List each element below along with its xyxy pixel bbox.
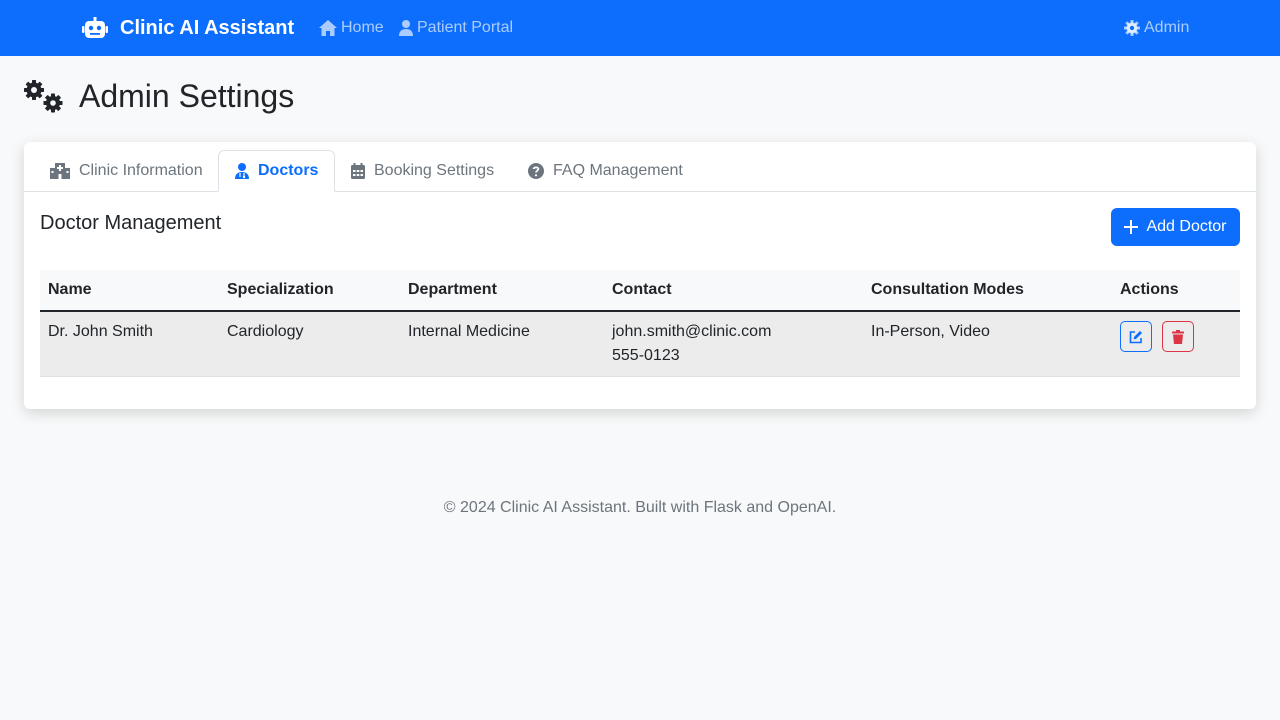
home-icon bbox=[319, 20, 337, 36]
tab-booking-settings-label: Booking Settings bbox=[374, 162, 495, 179]
page-title: Admin Settings bbox=[24, 78, 294, 115]
cell-contact: john.smith@clinic.com 555-0123 bbox=[604, 311, 863, 377]
cell-consultation-modes: In-Person, Video bbox=[863, 311, 1112, 377]
gears-icon bbox=[24, 79, 63, 112]
contact-email: john.smith@clinic.com bbox=[612, 323, 772, 340]
user-doctor-icon bbox=[235, 163, 249, 179]
plus-icon bbox=[1124, 220, 1139, 234]
column-header-department: Department bbox=[400, 270, 604, 312]
gear-icon bbox=[1124, 20, 1140, 36]
column-header-contact: Contact bbox=[604, 270, 863, 312]
cell-specialization: Cardiology bbox=[219, 311, 400, 377]
hospital-icon bbox=[50, 163, 70, 179]
brand-text: Clinic AI Assistant bbox=[120, 16, 295, 39]
nav-admin-link[interactable]: Admin bbox=[1124, 0, 1189, 56]
cell-actions bbox=[1112, 311, 1240, 377]
tab-clinic-information[interactable]: Clinic Information bbox=[33, 150, 220, 192]
tab-clinic-information-label: Clinic Information bbox=[79, 162, 203, 179]
robot-icon bbox=[82, 17, 108, 38]
table-row: Dr. John Smith Cardiology Internal Medic… bbox=[40, 311, 1240, 377]
tab-booking-settings[interactable]: Booking Settings bbox=[334, 150, 511, 192]
section-title: Doctor Management bbox=[40, 212, 222, 234]
cell-department: Internal Medicine bbox=[400, 311, 604, 377]
column-header-specialization: Specialization bbox=[219, 270, 400, 312]
top-navbar: Clinic AI Assistant Home Patient Portal … bbox=[0, 0, 1280, 56]
column-header-actions: Actions bbox=[1112, 270, 1240, 312]
cell-name: Dr. John Smith bbox=[40, 311, 219, 377]
doctors-table: Name Specialization Department Contact C… bbox=[40, 270, 1240, 377]
tab-faq-management[interactable]: FAQ Management bbox=[511, 150, 700, 192]
footer-text: © 2024 Clinic AI Assistant. Built with F… bbox=[443, 499, 837, 516]
nav-home-link[interactable]: Home bbox=[319, 0, 384, 56]
add-doctor-label: Add Doctor bbox=[1146, 218, 1227, 235]
tab-doctors-label: Doctors bbox=[258, 162, 319, 179]
nav-home-label: Home bbox=[341, 19, 384, 36]
user-icon bbox=[399, 20, 413, 36]
tab-faq-management-label: FAQ Management bbox=[553, 162, 683, 179]
question-circle-icon bbox=[528, 163, 544, 179]
nav-admin-label: Admin bbox=[1144, 19, 1190, 36]
column-header-name: Name bbox=[40, 270, 219, 312]
nav-patient-portal-label: Patient Portal bbox=[417, 19, 514, 36]
trash-icon bbox=[1172, 329, 1184, 344]
settings-tabs: Clinic Information Doctors Booking Setti… bbox=[24, 142, 1256, 192]
table-header-row: Name Specialization Department Contact C… bbox=[40, 270, 1240, 312]
edit-icon bbox=[1129, 330, 1142, 343]
add-doctor-button[interactable]: Add Doctor bbox=[1111, 208, 1240, 246]
brand-link[interactable]: Clinic AI Assistant bbox=[82, 0, 294, 56]
calendar-icon bbox=[351, 163, 365, 179]
delete-doctor-button[interactable] bbox=[1162, 321, 1194, 352]
edit-doctor-button[interactable] bbox=[1120, 321, 1152, 352]
column-header-consultation-modes: Consultation Modes bbox=[863, 270, 1112, 312]
settings-card: Clinic Information Doctors Booking Setti… bbox=[24, 142, 1256, 409]
tab-doctors[interactable]: Doctors bbox=[218, 150, 336, 192]
contact-phone: 555-0123 bbox=[612, 347, 680, 364]
page-title-text: Admin Settings bbox=[79, 78, 295, 114]
nav-patient-portal-link[interactable]: Patient Portal bbox=[399, 0, 513, 56]
